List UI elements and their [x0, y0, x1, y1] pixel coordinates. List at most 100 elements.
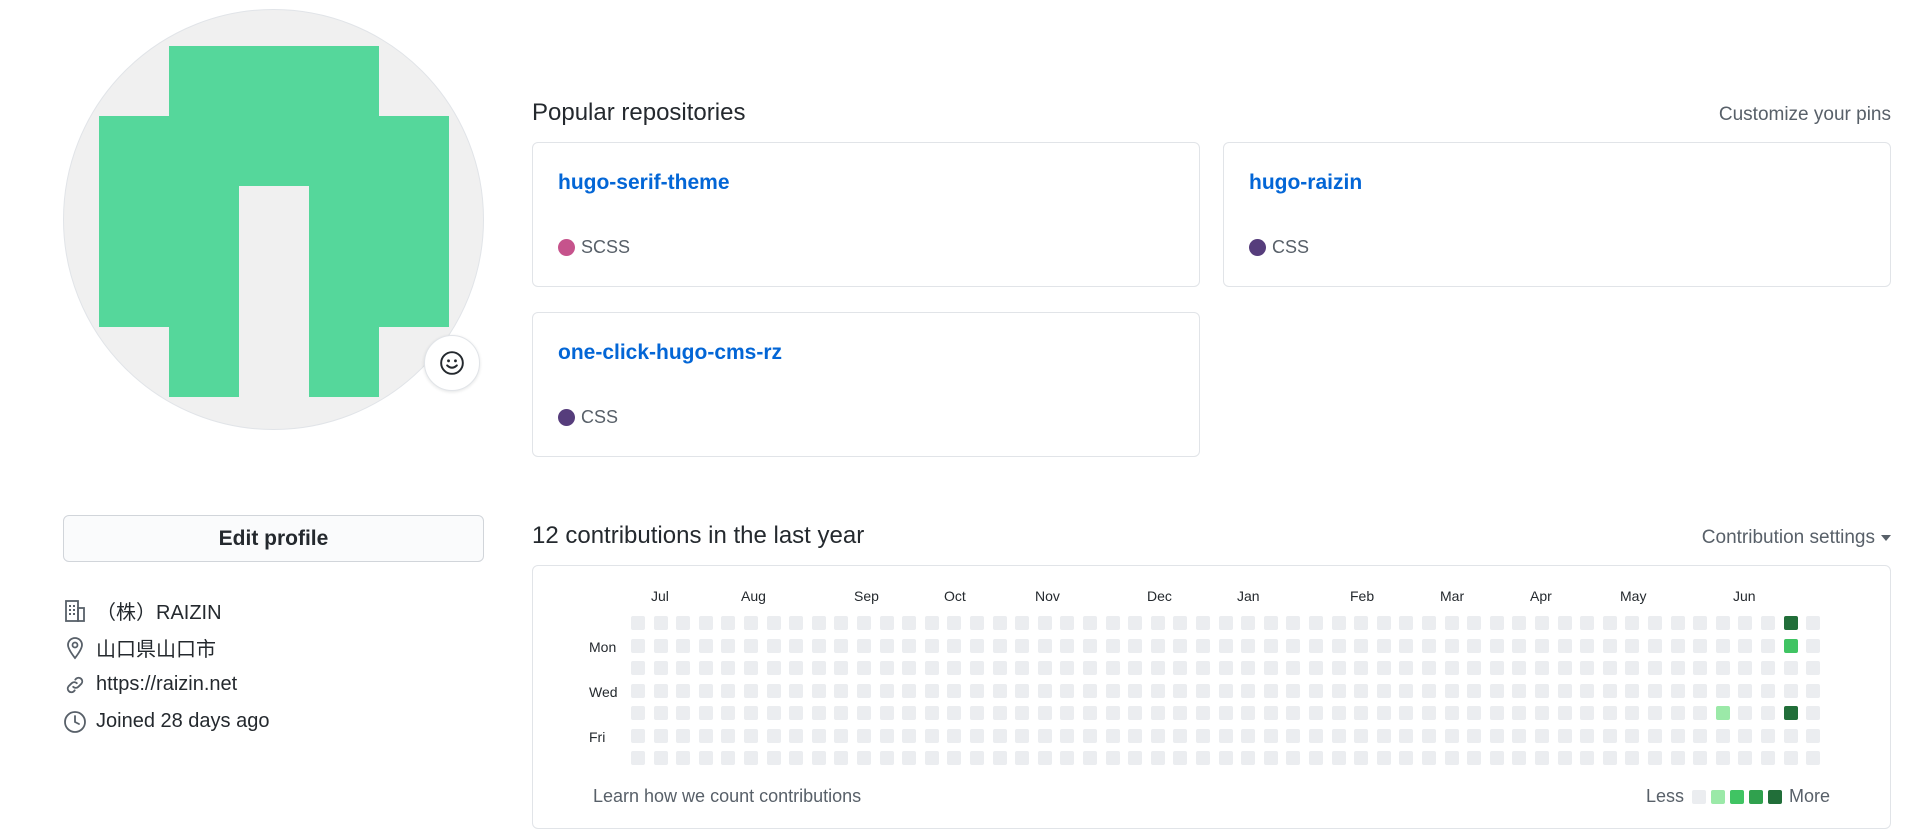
contribution-day-cell[interactable] [1219, 729, 1233, 743]
contribution-day-cell[interactable] [1219, 706, 1233, 720]
contribution-day-cell[interactable] [1264, 639, 1278, 653]
contribution-day-cell[interactable] [1761, 616, 1775, 630]
contribution-day-cell[interactable] [1060, 661, 1074, 675]
contribution-day-cell[interactable] [1490, 729, 1504, 743]
contribution-day-cell[interactable] [1196, 616, 1210, 630]
contribution-day-cell[interactable] [1151, 616, 1165, 630]
contribution-day-cell[interactable] [1738, 729, 1752, 743]
contribution-day-cell[interactable] [1625, 729, 1639, 743]
contribution-day-cell[interactable] [812, 729, 826, 743]
contribution-day-cell[interactable] [1173, 661, 1187, 675]
contribution-day-cell[interactable] [1784, 616, 1798, 630]
contribution-day-cell[interactable] [1490, 616, 1504, 630]
contribution-day-cell[interactable] [654, 751, 668, 765]
contribution-day-cell[interactable] [1671, 684, 1685, 698]
contribution-day-cell[interactable] [1693, 729, 1707, 743]
contribution-day-cell[interactable] [1693, 684, 1707, 698]
contribution-day-cell[interactable] [902, 661, 916, 675]
contribution-day-cell[interactable] [970, 684, 984, 698]
contribution-day-cell[interactable] [834, 661, 848, 675]
contribution-day-cell[interactable] [1648, 729, 1662, 743]
contribution-day-cell[interactable] [834, 729, 848, 743]
contribution-day-cell[interactable] [1354, 661, 1368, 675]
contribution-day-cell[interactable] [699, 639, 713, 653]
contribution-day-cell[interactable] [925, 616, 939, 630]
contribution-day-cell[interactable] [1106, 639, 1120, 653]
contribution-day-cell[interactable] [1399, 639, 1413, 653]
contribution-day-cell[interactable] [1399, 729, 1413, 743]
contribution-day-cell[interactable] [789, 706, 803, 720]
contribution-day-cell[interactable] [1716, 751, 1730, 765]
contribution-day-cell[interactable] [880, 616, 894, 630]
contribution-day-cell[interactable] [925, 661, 939, 675]
contribution-day-cell[interactable] [1625, 639, 1639, 653]
contribution-day-cell[interactable] [1445, 706, 1459, 720]
contribution-day-cell[interactable] [1490, 751, 1504, 765]
contribution-day-cell[interactable] [721, 729, 735, 743]
contribution-day-cell[interactable] [970, 661, 984, 675]
contribution-day-cell[interactable] [1761, 684, 1775, 698]
contribution-day-cell[interactable] [1535, 639, 1549, 653]
contribution-day-cell[interactable] [1671, 661, 1685, 675]
contribution-day-cell[interactable] [1106, 706, 1120, 720]
contribution-day-cell[interactable] [1286, 706, 1300, 720]
contribution-day-cell[interactable] [744, 684, 758, 698]
contribution-day-cell[interactable] [1083, 661, 1097, 675]
contribution-day-cell[interactable] [1286, 684, 1300, 698]
contribution-day-cell[interactable] [676, 661, 690, 675]
contribution-day-cell[interactable] [1603, 661, 1617, 675]
contribution-day-cell[interactable] [834, 684, 848, 698]
contribution-day-cell[interactable] [1490, 639, 1504, 653]
contribution-day-cell[interactable] [812, 639, 826, 653]
contribution-day-cell[interactable] [1422, 616, 1436, 630]
contribution-day-cell[interactable] [1015, 706, 1029, 720]
contribution-day-cell[interactable] [925, 639, 939, 653]
contribution-day-cell[interactable] [1467, 706, 1481, 720]
contribution-day-cell[interactable] [1286, 616, 1300, 630]
contribution-day-cell[interactable] [1309, 639, 1323, 653]
website-link[interactable]: https://raizin.net [96, 673, 237, 696]
contribution-day-cell[interactable] [1580, 706, 1594, 720]
contribution-day-cell[interactable] [1761, 729, 1775, 743]
contribution-day-cell[interactable] [1241, 661, 1255, 675]
contribution-day-cell[interactable] [1060, 751, 1074, 765]
contribution-day-cell[interactable] [1535, 661, 1549, 675]
contribution-day-cell[interactable] [1490, 706, 1504, 720]
contribution-day-cell[interactable] [1377, 706, 1391, 720]
contribution-day-cell[interactable] [1467, 729, 1481, 743]
contribution-day-cell[interactable] [1445, 616, 1459, 630]
contribution-day-cell[interactable] [1535, 616, 1549, 630]
contribution-day-cell[interactable] [1286, 729, 1300, 743]
contribution-day-cell[interactable] [1716, 639, 1730, 653]
contribution-day-cell[interactable] [1196, 661, 1210, 675]
contribution-day-cell[interactable] [654, 684, 668, 698]
avatar[interactable] [63, 9, 484, 430]
contribution-day-cell[interactable] [1693, 616, 1707, 630]
contribution-day-cell[interactable] [1015, 684, 1029, 698]
contribution-day-cell[interactable] [1671, 729, 1685, 743]
contribution-day-cell[interactable] [1603, 729, 1617, 743]
contribution-day-cell[interactable] [1241, 706, 1255, 720]
contribution-day-cell[interactable] [1128, 751, 1142, 765]
learn-contributions-link[interactable]: Learn how we count contributions [593, 786, 861, 807]
contribution-day-cell[interactable] [1015, 616, 1029, 630]
contribution-day-cell[interactable] [654, 706, 668, 720]
contribution-day-cell[interactable] [1038, 684, 1052, 698]
contribution-day-cell[interactable] [1558, 684, 1572, 698]
contribution-day-cell[interactable] [1806, 616, 1820, 630]
contribution-day-cell[interactable] [654, 661, 668, 675]
contribution-day-cell[interactable] [1784, 684, 1798, 698]
contribution-day-cell[interactable] [1467, 661, 1481, 675]
contribution-day-cell[interactable] [1332, 639, 1346, 653]
contribution-day-cell[interactable] [1603, 616, 1617, 630]
contribution-day-cell[interactable] [947, 706, 961, 720]
contribution-day-cell[interactable] [1196, 684, 1210, 698]
contribution-day-cell[interactable] [1173, 751, 1187, 765]
contribution-day-cell[interactable] [1784, 729, 1798, 743]
contribution-day-cell[interactable] [1060, 616, 1074, 630]
contribution-day-cell[interactable] [1015, 729, 1029, 743]
contribution-day-cell[interactable] [1038, 751, 1052, 765]
contribution-day-cell[interactable] [1219, 684, 1233, 698]
contribution-day-cell[interactable] [1738, 639, 1752, 653]
contribution-day-cell[interactable] [1422, 684, 1436, 698]
